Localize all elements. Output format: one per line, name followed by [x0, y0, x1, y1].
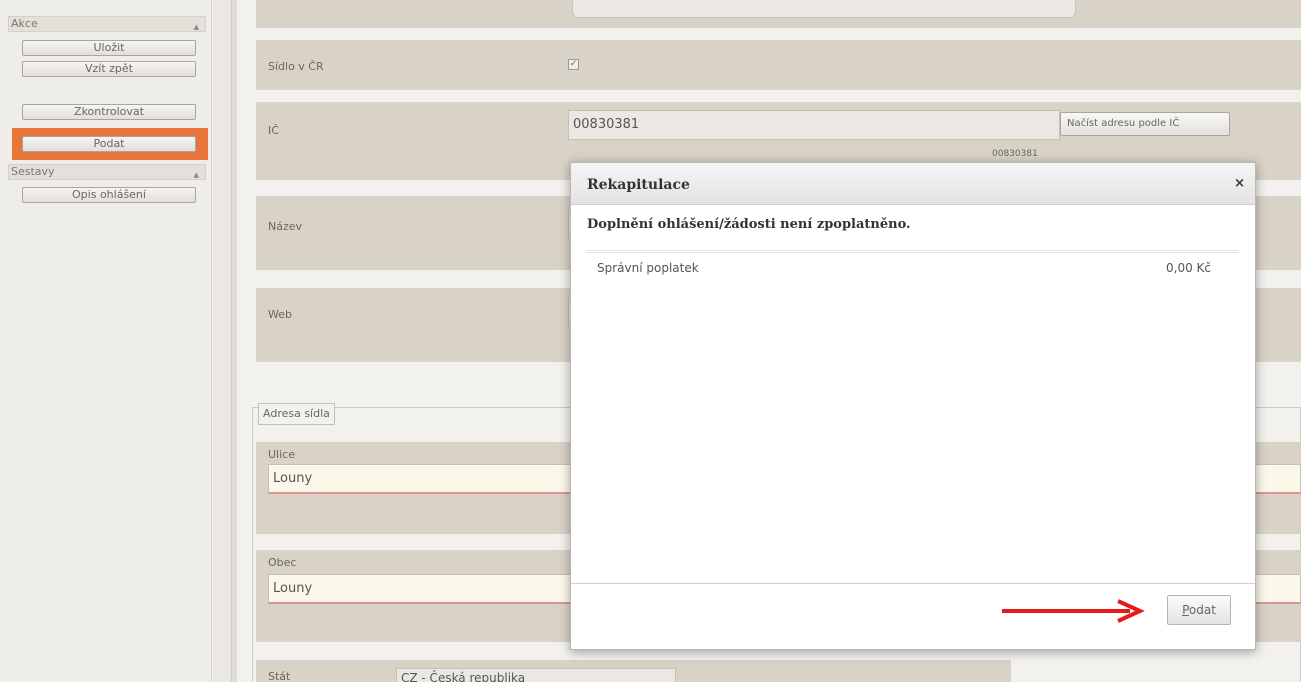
- ic-echo: 00830381: [992, 149, 1038, 159]
- sidebar-gutter: [213, 0, 231, 682]
- form-row-stat: Stát CZ - Česká republika: [256, 660, 1011, 682]
- load-address-button[interactable]: Načíst adresu podle IČ: [1060, 112, 1230, 136]
- actions-header-label: Akce: [11, 17, 38, 30]
- obec-input-right: [1256, 574, 1301, 604]
- form-row-sidlo: Sídlo v ČR ✓: [256, 40, 1301, 90]
- sidebar: Akce ▲ Uložit Vzít zpět Zkontrolovat Pod…: [0, 0, 212, 682]
- submit-label: odat: [1188, 603, 1216, 617]
- ulice-input[interactable]: Louny: [268, 464, 598, 494]
- obec-input[interactable]: Louny: [268, 574, 598, 604]
- collapse-icon[interactable]: ▲: [194, 168, 199, 182]
- dialog-footer-divider: [571, 583, 1255, 584]
- dialog-message: Doplnění ohlášení/žádosti není zpoplatně…: [587, 217, 911, 232]
- sidlo-checkbox[interactable]: ✓: [568, 59, 579, 70]
- nazev-label: Název: [268, 220, 303, 233]
- fee-label: Správní poplatek: [597, 261, 699, 275]
- submit-accesskey: P: [1182, 603, 1189, 617]
- address-legend: Adresa sídla: [258, 403, 335, 425]
- dialog-header[interactable]: Rekapitulace ×: [571, 163, 1255, 205]
- ic-input[interactable]: 00830381: [568, 110, 1060, 140]
- ulice-input-right: [1256, 464, 1301, 494]
- form-row-top: [256, 0, 1301, 28]
- reports-header-label: Sestavy: [11, 165, 55, 178]
- splitter[interactable]: [231, 0, 237, 682]
- actions-section-header[interactable]: Akce ▲: [8, 16, 206, 32]
- obec-label: Obec: [268, 556, 297, 569]
- web-label: Web: [268, 308, 292, 321]
- submit-button[interactable]: Podat: [22, 136, 196, 152]
- close-icon[interactable]: ×: [1234, 176, 1245, 191]
- stat-select[interactable]: CZ - Česká republika: [396, 668, 676, 682]
- dialog-title: Rekapitulace: [587, 177, 690, 193]
- dialog-submit-button[interactable]: Podat: [1167, 595, 1231, 625]
- sidlo-label: Sídlo v ČR: [268, 60, 324, 73]
- dialog-separator: [587, 250, 1239, 253]
- ic-label: IČ: [268, 124, 279, 137]
- collapse-icon[interactable]: ▲: [194, 20, 199, 34]
- save-button[interactable]: Uložit: [22, 40, 196, 56]
- stat-label: Stát: [268, 670, 291, 682]
- recap-dialog: Rekapitulace × Doplnění ohlášení/žádosti…: [570, 162, 1256, 650]
- top-input[interactable]: [572, 0, 1076, 18]
- reports-section-header[interactable]: Sestavy ▲: [8, 164, 206, 180]
- report-description-button[interactable]: Opis ohlášení: [22, 187, 196, 203]
- ulice-label: Ulice: [268, 448, 295, 461]
- check-button[interactable]: Zkontrolovat: [22, 104, 196, 120]
- fee-value: 0,00 Kč: [1166, 261, 1211, 275]
- undo-button[interactable]: Vzít zpět: [22, 61, 196, 77]
- red-arrow-annotation: [1002, 599, 1145, 623]
